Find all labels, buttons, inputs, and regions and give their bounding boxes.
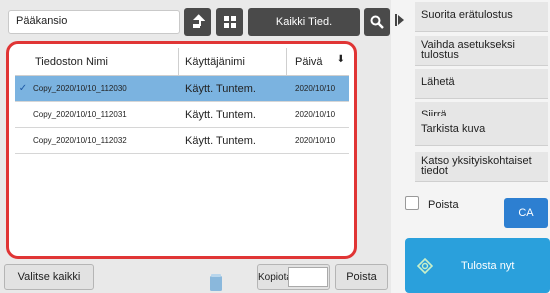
copies-input[interactable] [288, 267, 328, 287]
table-body: ✓ Copy_2020/10/10_112030 Käytt. Tuntem. … [15, 76, 349, 154]
folder-up-button[interactable] [184, 8, 211, 36]
action-send[interactable]: Lähetä [415, 69, 548, 99]
sort-down-icon: ⬇ [336, 54, 345, 65]
folder-up-icon [192, 14, 205, 28]
folder-toolbar: Pääkansio Kaikki Tied. [4, 8, 390, 36]
user-name: Käytt. Tuntem. [185, 82, 256, 95]
expand-arrow-icon[interactable] [395, 13, 405, 27]
column-header-date[interactable]: Päivä ⬇ [287, 48, 349, 75]
action-check-image[interactable]: Tarkista kuva [415, 116, 548, 146]
bottom-toolbar: Valitse kaikki Kopiota Poista [4, 264, 388, 291]
action-batch-print[interactable]: Suorita erätulostus [415, 2, 548, 32]
delete-checkbox-label: Poista [428, 199, 459, 211]
table-row[interactable]: ✓ Copy_2020/10/10_112030 Käytt. Tuntem. … [15, 76, 349, 102]
action-view-details[interactable]: Katso yksityiskohtaiset tiedot [415, 152, 548, 182]
file-name: Copy_2020/10/10_112032 [33, 136, 127, 145]
print-now-button[interactable]: Tulosta nyt [405, 238, 550, 293]
table-row[interactable]: Copy_2020/10/10_112031 Käytt. Tuntem. 20… [15, 102, 349, 128]
delete-checkbox[interactable] [405, 196, 419, 210]
search-button[interactable] [364, 8, 390, 36]
table-header: Tiedoston Nimi Käyttäjänimi Päivä ⬇ [15, 48, 349, 76]
user-name: Käytt. Tuntem. [185, 134, 256, 147]
grid-view-icon [223, 16, 236, 28]
file-table: Tiedoston Nimi Käyttäjänimi Päivä ⬇ ✓ Co… [6, 41, 357, 259]
start-icon [417, 257, 433, 274]
column-header-date-label: Päivä [295, 55, 323, 68]
file-name: Copy_2020/10/10_112030 [33, 84, 127, 93]
file-name: Copy_2020/10/10_112031 [33, 110, 127, 119]
file-list-panel: Pääkansio Kaikki Tied. Tiedoston Nimi Kä… [0, 0, 391, 293]
delete-button[interactable]: Poista [335, 264, 388, 290]
file-date: 2020/10/10 [295, 110, 336, 119]
file-date: 2020/10/10 [295, 84, 336, 93]
column-header-name[interactable]: Tiedoston Nimi [15, 48, 179, 75]
checkmark-icon: ✓ [18, 83, 28, 94]
trash-icon [210, 274, 222, 291]
select-all-button[interactable]: Valitse kaikki [4, 264, 94, 290]
user-name: Käytt. Tuntem. [185, 108, 256, 121]
print-now-label: Tulosta nyt [461, 259, 515, 272]
copies-field: Kopiota [257, 264, 330, 290]
table-row[interactable]: Copy_2020/10/10_112032 Käytt. Tuntem. 20… [15, 128, 349, 154]
search-icon [370, 15, 384, 29]
file-date: 2020/10/10 [295, 136, 336, 145]
column-header-user[interactable]: Käyttäjänimi [179, 48, 287, 75]
grid-view-button[interactable] [216, 8, 243, 36]
copies-label: Kopiota [258, 271, 292, 283]
clear-all-button[interactable]: CA [504, 198, 548, 228]
folder-path[interactable]: Pääkansio [8, 10, 180, 34]
action-switch-to-print[interactable]: Vaihda asetukseksi tulostus [415, 36, 548, 66]
all-files-button[interactable]: Kaikki Tied. [248, 8, 360, 36]
